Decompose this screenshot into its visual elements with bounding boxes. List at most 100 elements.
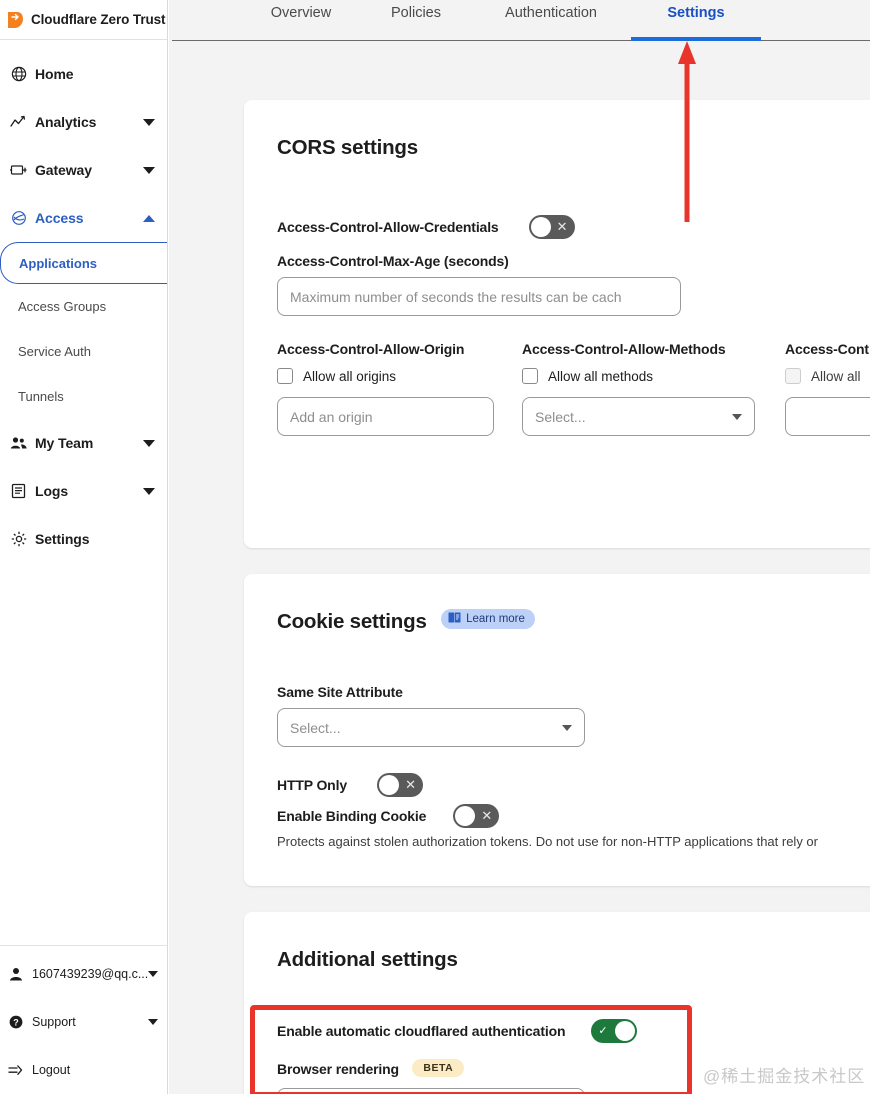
toggle-knob bbox=[379, 775, 399, 795]
sidebar-subitem-applications[interactable]: Applications bbox=[0, 242, 167, 284]
sidebar-item-my-team[interactable]: My Team bbox=[0, 419, 167, 467]
chevron-down-icon[interactable] bbox=[148, 1019, 158, 1025]
sidebar-item-settings[interactable]: Settings bbox=[0, 515, 167, 563]
chevron-down-icon[interactable] bbox=[143, 488, 155, 495]
tab-authentication[interactable]: Authentication bbox=[471, 0, 631, 41]
sidebar-support-menu[interactable]: ? Support bbox=[0, 998, 168, 1046]
http-only-toggle[interactable]: ✕ bbox=[377, 773, 423, 797]
sidebar-item-home[interactable]: Home bbox=[0, 50, 167, 98]
tab-bar: Overview Policies Authentication Setting… bbox=[169, 0, 870, 42]
sidebar-item-label: Settings bbox=[35, 531, 89, 547]
sidebar-item-access[interactable]: Access bbox=[0, 194, 167, 242]
chevron-down-icon[interactable] bbox=[148, 971, 158, 977]
tab-policies[interactable]: Policies bbox=[361, 0, 471, 41]
cloudflare-shield-icon bbox=[8, 11, 24, 29]
methods-select[interactable]: Select... bbox=[522, 397, 755, 436]
max-age-label: Access-Control-Max-Age (seconds) bbox=[277, 253, 870, 269]
sidebar-subitem-access-groups[interactable]: Access Groups bbox=[0, 284, 167, 329]
sidebar-logout[interactable]: Logout bbox=[0, 1046, 168, 1094]
cors-settings-card: CORS settings Access-Control-Allow-Crede… bbox=[244, 100, 870, 548]
sidebar-item-label: My Team bbox=[35, 435, 93, 451]
tab-settings[interactable]: Settings bbox=[631, 0, 761, 41]
additional-card-title: Additional settings bbox=[277, 948, 458, 972]
sidebar-item-gateway[interactable]: Gateway bbox=[0, 146, 167, 194]
chevron-up-icon[interactable] bbox=[143, 215, 155, 222]
allow-methods-label: Access-Control-Allow-Methods bbox=[522, 341, 755, 357]
chevron-down-icon[interactable] bbox=[143, 167, 155, 174]
chevron-down-icon[interactable] bbox=[732, 414, 742, 420]
sidebar-support-label: Support bbox=[32, 1015, 76, 1029]
auto-auth-label: Enable automatic cloudflared authenticat… bbox=[277, 1023, 565, 1039]
cookie-card-title: Cookie settings bbox=[277, 610, 427, 634]
analytics-icon bbox=[10, 114, 27, 131]
max-age-placeholder: Maximum number of seconds the results ca… bbox=[290, 289, 622, 305]
learn-more-label: Learn more bbox=[466, 613, 525, 625]
same-site-select[interactable]: Select... bbox=[277, 708, 585, 747]
beta-badge: BETA bbox=[412, 1059, 464, 1077]
allow-all-methods-label: Allow all methods bbox=[548, 369, 653, 384]
learn-more-badge[interactable]: Learn more bbox=[441, 609, 535, 629]
methods-select-value: Select... bbox=[535, 409, 586, 425]
allow-all-origins-checkbox[interactable] bbox=[277, 368, 293, 384]
sidebar-item-logs[interactable]: Logs bbox=[0, 467, 167, 515]
sidebar-subitem-label: Service Auth bbox=[18, 344, 91, 359]
help-icon: ? bbox=[8, 1015, 23, 1030]
sidebar-subitem-label: Access Groups bbox=[18, 299, 106, 314]
auto-auth-toggle[interactable]: ✓ bbox=[591, 1019, 637, 1043]
sidebar-item-label: Gateway bbox=[35, 162, 92, 178]
allow-headers-column: Access-Cont Allow all bbox=[785, 341, 870, 436]
sidebar-subitem-label: Applications bbox=[19, 256, 97, 271]
logs-icon bbox=[10, 483, 27, 500]
origin-input[interactable]: Add an origin bbox=[277, 397, 494, 436]
allow-all-methods-checkbox[interactable] bbox=[522, 368, 538, 384]
sidebar-subitem-service-auth[interactable]: Service Auth bbox=[0, 329, 167, 374]
sidebar-account-label: 1607439239@qq.c... bbox=[32, 967, 148, 981]
toggle-on-icon: ✓ bbox=[598, 1022, 607, 1040]
allow-origin-column: Access-Control-Allow-Origin Allow all or… bbox=[277, 341, 494, 436]
annotation-arrow-up bbox=[676, 40, 698, 222]
sidebar-subitem-tunnels[interactable]: Tunnels bbox=[0, 374, 167, 419]
browser-rendering-label: Browser rendering bbox=[277, 1061, 399, 1077]
tab-label: Settings bbox=[667, 5, 724, 21]
sidebar-item-analytics[interactable]: Analytics bbox=[0, 98, 167, 146]
tab-overview[interactable]: Overview bbox=[241, 0, 361, 41]
app-root: Cloudflare Zero Trust Home Analytics bbox=[0, 0, 870, 1094]
sidebar-account-menu[interactable]: 1607439239@qq.c... bbox=[0, 950, 168, 998]
chevron-down-icon[interactable] bbox=[562, 725, 572, 731]
team-icon bbox=[10, 435, 27, 452]
same-site-label: Same Site Attribute bbox=[277, 684, 870, 700]
allow-headers-label: Access-Cont bbox=[785, 341, 870, 357]
tab-label: Overview bbox=[271, 5, 331, 21]
brand-header[interactable]: Cloudflare Zero Trust bbox=[0, 0, 167, 40]
allow-origin-label: Access-Control-Allow-Origin bbox=[277, 341, 494, 357]
binding-cookie-label: Enable Binding Cookie bbox=[277, 808, 426, 824]
chevron-down-icon[interactable] bbox=[143, 119, 155, 126]
sidebar-nav: Home Analytics Gateway Acc bbox=[0, 40, 167, 563]
logout-icon bbox=[8, 1063, 23, 1078]
http-only-label: HTTP Only bbox=[277, 777, 347, 793]
allow-methods-column: Access-Control-Allow-Methods Allow all m… bbox=[522, 341, 755, 436]
sidebar-item-label: Analytics bbox=[35, 114, 96, 130]
headers-input[interactable] bbox=[785, 397, 870, 436]
sidebar-item-label: Access bbox=[35, 210, 83, 226]
cookie-settings-card: Cookie settings Learn more Same Site Att… bbox=[244, 574, 870, 886]
toggle-off-icon: ✕ bbox=[557, 218, 568, 236]
toggle-knob bbox=[531, 217, 551, 237]
browser-rendering-select[interactable]: VNC bbox=[277, 1088, 585, 1094]
allow-credentials-toggle[interactable]: ✕ bbox=[529, 215, 575, 239]
allow-credentials-label: Access-Control-Allow-Credentials bbox=[277, 219, 499, 235]
user-icon bbox=[8, 967, 23, 982]
same-site-value: Select... bbox=[290, 720, 341, 736]
chevron-down-icon[interactable] bbox=[143, 440, 155, 447]
allow-all-headers-checkbox[interactable] bbox=[785, 368, 801, 384]
sidebar: Cloudflare Zero Trust Home Analytics bbox=[0, 0, 168, 1094]
access-icon bbox=[10, 210, 27, 227]
toggle-off-icon: ✕ bbox=[481, 807, 492, 825]
binding-cookie-help: Protects against stolen authorization to… bbox=[277, 834, 870, 849]
gateway-icon bbox=[10, 162, 27, 179]
max-age-input[interactable]: Maximum number of seconds the results ca… bbox=[277, 277, 681, 316]
tab-label: Authentication bbox=[505, 5, 597, 21]
allow-all-origins-label: Allow all origins bbox=[303, 369, 396, 384]
sidebar-logout-label: Logout bbox=[32, 1063, 70, 1077]
binding-cookie-toggle[interactable]: ✕ bbox=[453, 804, 499, 828]
